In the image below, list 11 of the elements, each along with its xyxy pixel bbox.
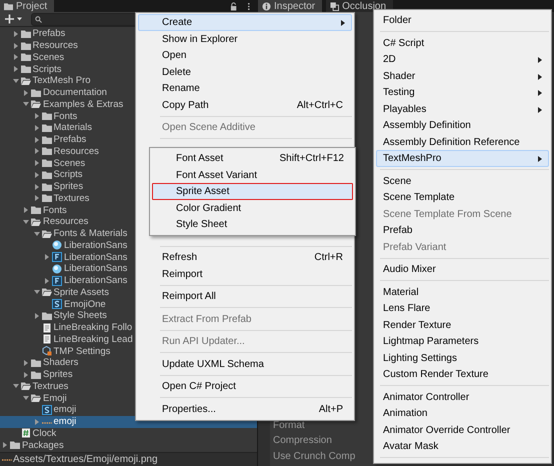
tab-label: Project xyxy=(16,0,48,12)
shortcut-label: Ctrl+R xyxy=(314,251,343,265)
property-label: Format xyxy=(273,418,305,432)
shortcut-label: Shift+Ctrl+F12 xyxy=(280,152,344,166)
property-label: Compression xyxy=(273,434,332,448)
property-label: Use Crunch Comp xyxy=(273,450,356,464)
asset-path: Assets/Textrues/Emoji/emoji.png xyxy=(13,454,158,465)
tab-label: Occlusion xyxy=(342,0,386,12)
shortcut-label: Alt+P xyxy=(318,402,343,416)
tab-label: Inspector xyxy=(274,0,316,12)
shortcut-label: Alt+Ctrl+C xyxy=(296,98,343,112)
